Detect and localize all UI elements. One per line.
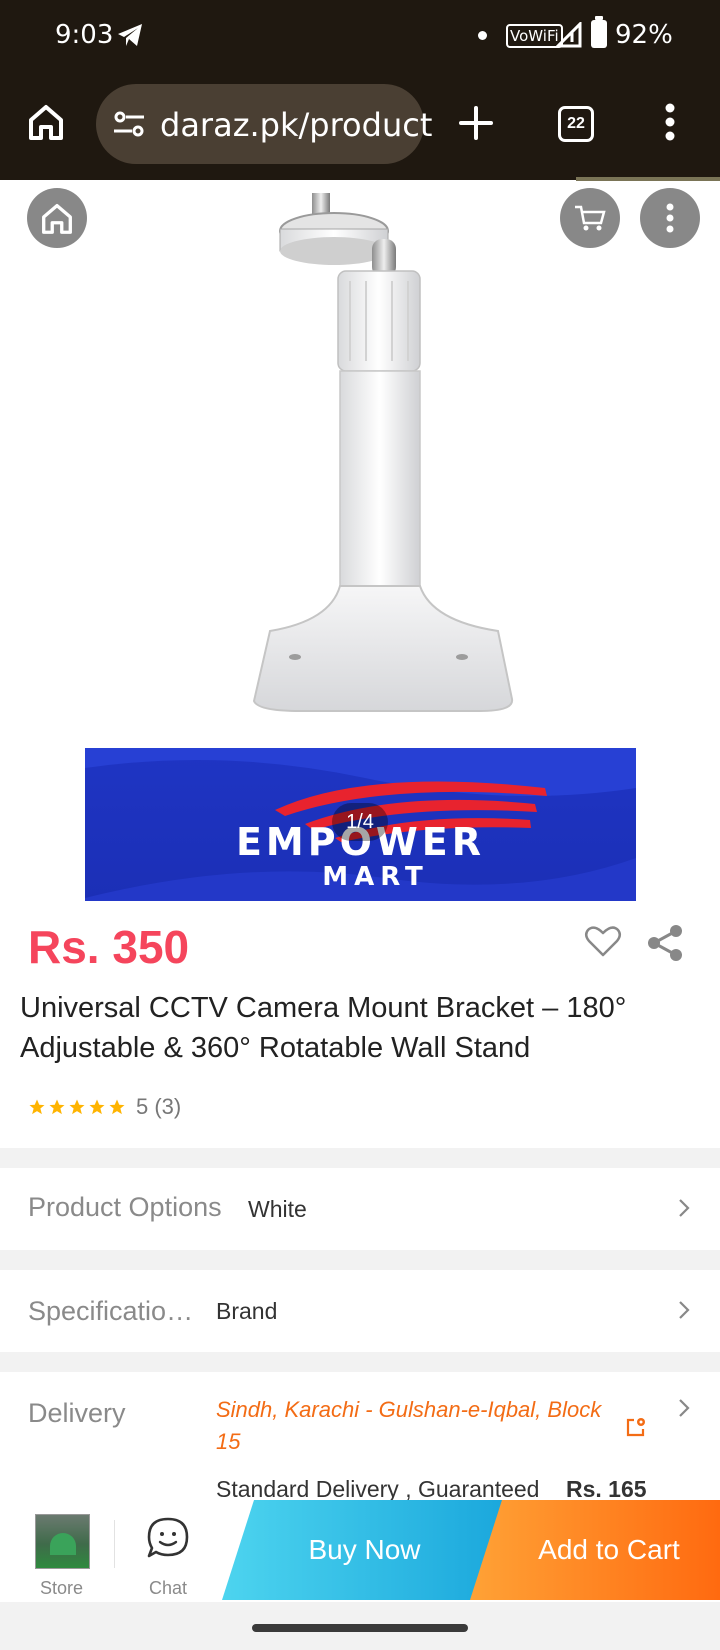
banner-brand-line2: MART bbox=[322, 862, 429, 892]
product-options-value: White bbox=[248, 1196, 307, 1222]
wishlist-heart-icon[interactable] bbox=[584, 924, 622, 963]
address-bar[interactable]: daraz.pk/product bbox=[96, 84, 432, 164]
tab-switcher-button[interactable]: 22 bbox=[558, 106, 594, 142]
product-price: Rs. 350 bbox=[28, 921, 190, 973]
rating-score: 5 (3) bbox=[136, 1094, 182, 1119]
bottom-action-bar: Store Chat Buy Now Add to Cart bbox=[0, 1500, 720, 1602]
star-icon bbox=[109, 1099, 125, 1115]
browser-home-icon[interactable] bbox=[26, 102, 66, 147]
product-options-label: Product Options bbox=[28, 1192, 222, 1222]
divider bbox=[114, 1520, 115, 1568]
chevron-right-icon bbox=[678, 1198, 690, 1223]
status-time: 9:03 bbox=[55, 20, 114, 50]
new-tab-icon[interactable] bbox=[458, 105, 494, 146]
store-label[interactable]: Store bbox=[40, 1578, 83, 1599]
browser-menu-icon[interactable] bbox=[664, 102, 676, 147]
product-photo bbox=[252, 193, 514, 712]
specifications-row[interactable]: Specificatio… Brand bbox=[0, 1270, 720, 1352]
cart-button[interactable] bbox=[560, 188, 620, 248]
product-title: Universal CCTV Camera Mount Bracket – 18… bbox=[20, 992, 627, 1064]
product-image-gallery[interactable]: EMPOWER MART 1/4 bbox=[0, 181, 720, 905]
url-text: daraz.pk/product bbox=[160, 106, 433, 144]
star-icon bbox=[29, 1099, 45, 1115]
notification-dot bbox=[478, 31, 487, 40]
star-icon bbox=[49, 1099, 65, 1115]
image-counter: 1/4 bbox=[332, 803, 388, 841]
chevron-right-icon bbox=[678, 1398, 690, 1423]
delivery-label: Delivery bbox=[28, 1398, 126, 1428]
chat-label[interactable]: Chat bbox=[149, 1578, 187, 1599]
specifications-value: Brand bbox=[216, 1298, 278, 1324]
chevron-right-icon bbox=[678, 1300, 690, 1325]
telegram-icon bbox=[116, 22, 144, 53]
add-to-cart-button[interactable]: Add to Cart bbox=[470, 1500, 720, 1600]
section-divider bbox=[0, 1250, 720, 1270]
star-icon bbox=[69, 1099, 85, 1115]
product-options-row[interactable]: Product Options White bbox=[0, 1168, 720, 1250]
battery-icon bbox=[591, 16, 607, 48]
battery-percent: 92% bbox=[615, 20, 673, 50]
system-nav-bar bbox=[0, 1602, 720, 1650]
signal-icon bbox=[554, 20, 582, 53]
browser-toolbar: daraz.pk/product 22 bbox=[0, 72, 720, 180]
product-rating[interactable]: 5 (3) bbox=[28, 1094, 181, 1120]
delivery-fee: Rs. 165 bbox=[566, 1476, 647, 1502]
chat-icon[interactable] bbox=[146, 1516, 190, 1565]
star-icon bbox=[89, 1099, 105, 1115]
more-options-button[interactable] bbox=[640, 188, 700, 248]
home-gesture-handle[interactable] bbox=[252, 1624, 468, 1632]
delivery-method: Standard Delivery , Guaranteed bbox=[216, 1476, 540, 1502]
section-divider bbox=[0, 1352, 720, 1372]
site-settings-icon[interactable] bbox=[112, 110, 146, 143]
delivery-address[interactable]: Sindh, Karachi - Gulshan-e-Iqbal, Block … bbox=[216, 1394, 616, 1458]
specifications-label: Specificatio… bbox=[28, 1296, 194, 1326]
section-divider bbox=[0, 1148, 720, 1168]
status-bar: 9:03 VoWiFi 92% bbox=[0, 0, 720, 72]
location-edit-icon[interactable] bbox=[625, 1416, 647, 1443]
store-logo-thumbnail[interactable] bbox=[35, 1514, 90, 1569]
rating-stars bbox=[28, 1098, 126, 1116]
vowifi-icon: VoWiFi bbox=[506, 24, 563, 48]
share-icon[interactable] bbox=[646, 924, 684, 967]
buy-now-button[interactable]: Buy Now bbox=[222, 1500, 507, 1600]
store-home-button[interactable] bbox=[27, 188, 87, 248]
